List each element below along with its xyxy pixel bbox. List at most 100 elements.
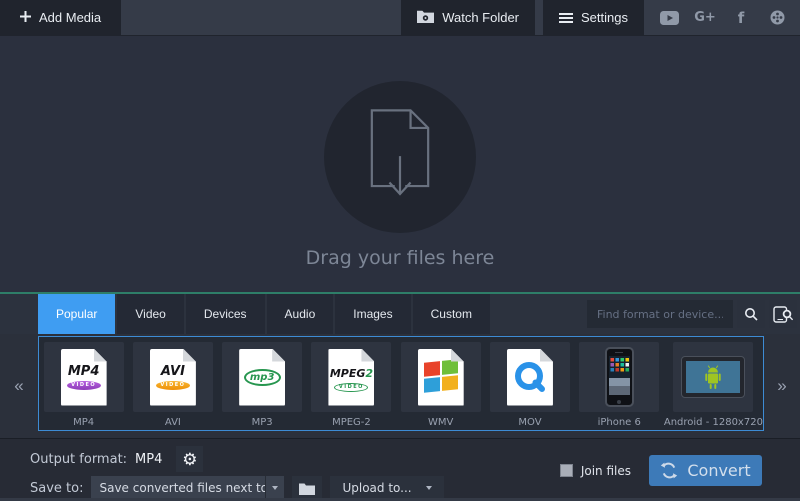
format-item-mp4[interactable]: MP4 VIDEO MP4 — [39, 342, 128, 430]
facebook-icon[interactable]: f — [730, 7, 752, 29]
format-item-mp3[interactable]: mp3 MP3 — [218, 342, 307, 430]
format-label: MPEG-2 — [332, 417, 371, 428]
mpeg2-video-badge: VIDEO — [334, 383, 368, 392]
folder-icon — [299, 482, 315, 495]
format-tabs: Popular Video Devices Audio Images Custo… — [38, 294, 490, 334]
format-label: MP3 — [252, 417, 273, 428]
iphone-icon — [605, 347, 634, 407]
mp3-file-icon: mp3 — [239, 349, 285, 406]
mp4-icon-text: MP4 — [61, 349, 107, 378]
tab-video[interactable]: Video — [117, 294, 183, 334]
carousel-prev-button[interactable]: « — [0, 334, 38, 438]
search-button[interactable] — [737, 300, 765, 328]
android-robot-icon — [701, 364, 725, 391]
format-item-iphone6[interactable]: iPhone 6 — [575, 342, 664, 430]
drop-zone[interactable]: Drag your files here — [0, 36, 800, 292]
google-plus-icon[interactable]: G+ — [694, 7, 716, 29]
avi-icon-text: AVI — [150, 349, 196, 378]
gear-icon: ⚙ — [182, 451, 197, 468]
join-files-label: Join files — [581, 464, 631, 478]
mp4-file-icon: MP4 VIDEO — [61, 349, 107, 406]
join-files-checkbox[interactable] — [560, 464, 573, 477]
format-item-wmv[interactable]: WMV — [396, 342, 485, 430]
chevron-down-icon — [426, 486, 432, 490]
format-settings-button[interactable]: ⚙ — [176, 446, 203, 472]
settings-label: Settings — [581, 10, 628, 25]
tab-popular[interactable]: Popular — [38, 294, 115, 334]
convert-button[interactable]: Convert — [649, 455, 762, 486]
output-format-label: Output format: — [30, 452, 127, 467]
carousel-next-button[interactable]: » — [764, 334, 800, 438]
device-search-icon — [773, 306, 794, 323]
format-item-android[interactable]: Android - 1280x720 — [664, 342, 763, 430]
format-item-avi[interactable]: AVI VIDEO AVI — [128, 342, 217, 430]
format-label: Android - 1280x720 — [664, 417, 763, 428]
social-links: G+ f — [658, 0, 800, 35]
format-label: AVI — [165, 417, 181, 428]
mpeg2-icon-text: MPEG2 — [328, 349, 374, 380]
mp4-tile: MP4 VIDEO — [44, 342, 124, 412]
chevron-down-icon — [265, 476, 284, 500]
watch-folder-button[interactable]: Watch Folder — [401, 0, 535, 35]
upload-to-label: Upload to... — [342, 481, 411, 495]
film-reel-icon[interactable] — [766, 7, 788, 29]
mpeg2-file-icon: MPEG2 VIDEO — [328, 349, 374, 406]
youtube-icon[interactable] — [658, 7, 680, 29]
mp3-icon-text: mp3 — [244, 369, 281, 386]
topbar-spacer — [121, 0, 401, 35]
settings-button[interactable]: Settings — [543, 0, 644, 35]
join-files-option[interactable]: Join files — [560, 464, 631, 478]
format-label: iPhone 6 — [598, 417, 641, 428]
format-item-mov[interactable]: MOV — [485, 342, 574, 430]
add-media-label: Add Media — [39, 10, 101, 25]
format-label: MP4 — [73, 417, 94, 428]
search-input[interactable] — [587, 300, 733, 328]
mov-tile — [490, 342, 570, 412]
carousel-track: MP4 VIDEO MP4 AVI VIDEO AVI — [38, 336, 764, 431]
android-tablet-icon — [681, 356, 745, 398]
plus-icon — [20, 10, 31, 25]
mp4-video-badge: VIDEO — [67, 381, 101, 390]
upload-to-button[interactable]: Upload to... — [330, 476, 443, 500]
tab-devices[interactable]: Devices — [186, 294, 265, 334]
device-search-button[interactable] — [769, 300, 797, 328]
wmv-file-icon — [418, 349, 464, 406]
save-destination-value: Save converted files next to the o — [91, 481, 265, 495]
watch-folder-icon — [417, 10, 434, 26]
browse-folder-button[interactable] — [292, 476, 322, 500]
mov-file-icon — [507, 349, 553, 406]
tab-audio[interactable]: Audio — [267, 294, 334, 334]
format-bar: Popular Video Devices Audio Images Custo… — [0, 294, 800, 334]
mp3-tile: mp3 — [222, 342, 302, 412]
windows-flag-icon — [424, 359, 458, 393]
avi-tile: AVI VIDEO — [133, 342, 213, 412]
avi-video-badge: VIDEO — [156, 381, 190, 390]
format-label: WMV — [428, 417, 453, 428]
sync-arrows-icon — [660, 461, 678, 480]
mpeg2-tile: MPEG2 VIDEO — [311, 342, 391, 412]
watch-folder-label: Watch Folder — [442, 10, 519, 25]
format-item-mpeg2[interactable]: MPEG2 VIDEO MPEG-2 — [307, 342, 396, 430]
drop-zone-message: Drag your files here — [306, 247, 495, 269]
output-panel: Output format: MP4 ⚙ Save to: Save conve… — [0, 438, 800, 501]
video-converter-window: Add Media Watch Folder Settings G+ f — [0, 0, 800, 501]
output-format-row: Output format: MP4 ⚙ — [30, 446, 203, 472]
tab-custom[interactable]: Custom — [413, 294, 490, 334]
save-to-label: Save to: — [30, 481, 83, 496]
search-icon — [744, 307, 758, 321]
quicktime-icon — [510, 357, 550, 399]
tab-images[interactable]: Images — [335, 294, 410, 334]
hamburger-icon — [559, 13, 573, 23]
output-format-value: MP4 — [135, 452, 162, 467]
convert-label: Convert — [687, 461, 750, 480]
add-media-button[interactable]: Add Media — [0, 0, 121, 35]
file-download-icon — [356, 102, 444, 212]
drop-circle — [324, 81, 476, 233]
android-tile — [673, 342, 753, 412]
save-to-row: Save to: Save converted files next to th… — [30, 476, 444, 500]
wmv-tile — [401, 342, 481, 412]
format-carousel: « MP4 VIDEO MP4 AVI VIDEO AV — [0, 334, 800, 438]
avi-file-icon: AVI VIDEO — [150, 349, 196, 406]
save-destination-dropdown[interactable]: Save converted files next to the o — [91, 476, 284, 500]
format-label: MOV — [518, 417, 541, 428]
